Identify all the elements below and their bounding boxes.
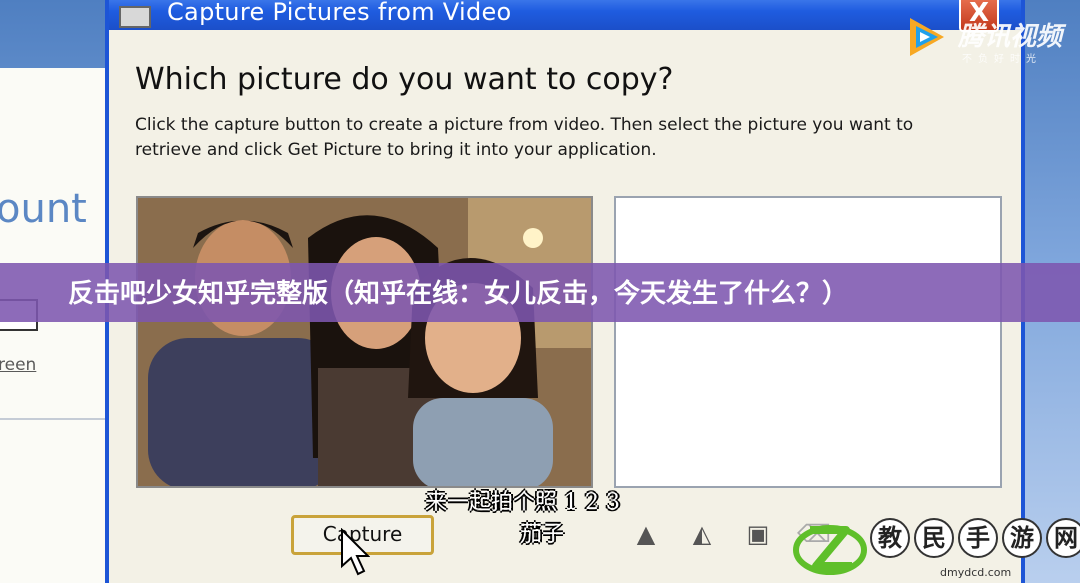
site-watermark: 教 民 手 游 网 dmydcd.com: [790, 514, 1080, 583]
tencent-video-watermark: 腾讯视频 不负好时光: [902, 12, 1072, 68]
mouse-cursor-icon: [341, 528, 370, 576]
site-char: 手: [958, 518, 998, 558]
properties-icon[interactable]: ▣: [741, 520, 775, 548]
site-name-characters: 教 民 手 游 网: [870, 518, 1080, 558]
tencent-brand-name: 腾讯视频: [958, 22, 1063, 52]
background-heading-fragment: ount: [0, 186, 87, 232]
video-preview: [136, 196, 593, 488]
site-char: 网: [1046, 518, 1080, 558]
site-char: 游: [1002, 518, 1042, 558]
site-url: dmydcd.com: [940, 566, 1012, 579]
background-link-fragment[interactable]: reen: [0, 355, 36, 375]
mirror-icon[interactable]: ◭: [685, 520, 719, 548]
video-subtitle-line-1: 来一起拍个照 1 2 3: [425, 490, 620, 515]
window-title: Capture Pictures from Video: [167, 0, 512, 26]
title-banner: 反击吧少女知乎完整版（知乎在线：女儿反击，今天发生了什么？）: [0, 263, 1080, 322]
site-logo-icon: [793, 525, 867, 575]
captured-picture-pane[interactable]: [614, 196, 1002, 488]
video-subtitle-line-2: 茄子: [520, 522, 565, 547]
flip-icon[interactable]: ▲: [629, 520, 663, 548]
tencent-video-logo-icon: [910, 18, 944, 56]
dialog-instructions: Click the capture button to create a pic…: [135, 115, 914, 160]
banner-title: 反击吧少女知乎完整版（知乎在线：女儿反击，今天发生了什么？）: [68, 279, 849, 309]
site-char: 民: [914, 518, 954, 558]
dialog-heading: Which picture do you want to copy?: [135, 62, 674, 97]
family-photo-illustration: [138, 198, 591, 486]
camera-icon: [119, 6, 151, 28]
background-divider: [0, 418, 112, 420]
tencent-slogan: 不负好时光: [962, 54, 1042, 65]
site-char: 教: [870, 518, 910, 558]
title-bar[interactable]: Capture Pictures from Video X: [109, 0, 1021, 32]
background-window: ount reen: [0, 68, 112, 583]
